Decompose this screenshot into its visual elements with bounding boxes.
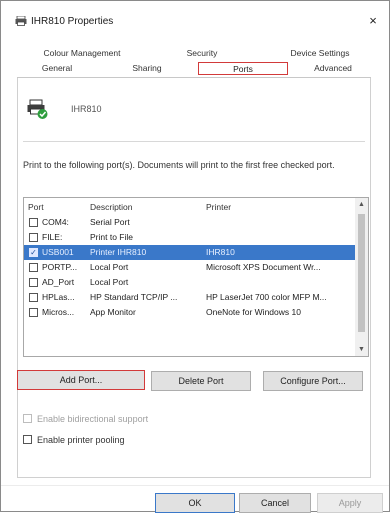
port-description: Serial Port xyxy=(90,217,130,227)
close-button[interactable]: × xyxy=(365,13,381,29)
port-checkbox[interactable] xyxy=(29,308,38,317)
port-row-selected[interactable]: ✓ USB001 Printer IHR810 IHR810 xyxy=(24,245,356,260)
port-name: AD_Port xyxy=(42,277,75,287)
port-row[interactable]: FILE: Print to File xyxy=(24,230,356,245)
port-description: Printer IHR810 xyxy=(90,247,147,257)
scroll-thumb[interactable] xyxy=(358,214,365,332)
pooling-label: Enable printer pooling xyxy=(37,435,125,445)
delete-port-button[interactable]: Delete Port xyxy=(151,371,251,391)
printer-check-icon xyxy=(27,99,48,119)
port-description: Local Port xyxy=(90,262,129,272)
port-name: USB001 xyxy=(42,247,74,257)
cancel-button[interactable]: Cancel xyxy=(239,493,311,513)
printer-pooling-option[interactable]: Enable printer pooling xyxy=(23,434,125,446)
pooling-checkbox[interactable] xyxy=(23,435,32,444)
tab-colour-management[interactable]: Colour Management xyxy=(27,47,137,60)
port-description: Local Port xyxy=(90,277,129,287)
port-name: HPLas... xyxy=(42,292,75,302)
bidirectional-support-option: Enable bidirectional support xyxy=(23,413,148,425)
bidirectional-checkbox xyxy=(23,414,32,423)
port-printer: IHR810 xyxy=(206,247,235,257)
port-description: App Monitor xyxy=(90,307,136,317)
port-row[interactable]: Micros... App Monitor OneNote for Window… xyxy=(24,305,356,320)
tab-strip: Colour Management Security Device Settin… xyxy=(17,47,371,77)
port-checkbox-checked[interactable]: ✓ xyxy=(29,248,38,257)
port-description: Print to File xyxy=(90,232,133,242)
port-row[interactable]: PORTP... Local Port Microsoft XPS Docume… xyxy=(24,260,356,275)
port-list[interactable]: Port Description Printer COM4: Serial Po… xyxy=(23,197,369,357)
tab-security[interactable]: Security xyxy=(167,47,237,60)
column-header-port[interactable]: Port xyxy=(28,202,44,212)
scroll-down-icon[interactable]: ▼ xyxy=(355,343,368,356)
port-name: PORTP... xyxy=(42,262,78,272)
tab-sharing[interactable]: Sharing xyxy=(117,62,177,75)
port-checkbox[interactable] xyxy=(29,233,38,242)
ok-button[interactable]: OK xyxy=(155,493,235,513)
tab-ports[interactable]: Ports xyxy=(198,62,288,75)
properties-dialog: IHR810 Properties × Colour Management Se… xyxy=(0,0,390,513)
port-printer: HP LaserJet 700 color MFP M... xyxy=(206,292,327,302)
port-row[interactable]: HPLas... HP Standard TCP/IP ... HP Laser… xyxy=(24,290,356,305)
port-checkbox[interactable] xyxy=(29,218,38,227)
bidirectional-label: Enable bidirectional support xyxy=(37,414,149,424)
column-header-description[interactable]: Description xyxy=(90,202,133,212)
title-bar: IHR810 Properties × xyxy=(1,1,389,41)
port-name: FILE: xyxy=(42,232,63,242)
port-instructions: Print to the following port(s). Document… xyxy=(23,160,335,170)
printer-icon xyxy=(15,16,27,26)
configure-port-button[interactable]: Configure Port... xyxy=(263,371,363,391)
separator xyxy=(23,141,365,142)
port-printer: Microsoft XPS Document Wr... xyxy=(206,262,321,272)
list-header: Port Description Printer xyxy=(24,198,356,214)
scroll-up-icon[interactable]: ▲ xyxy=(355,198,368,211)
window-title: IHR810 Properties xyxy=(31,16,114,27)
tab-general[interactable]: General xyxy=(27,62,87,75)
port-checkbox[interactable] xyxy=(29,263,38,272)
port-checkbox[interactable] xyxy=(29,293,38,302)
apply-button[interactable]: Apply xyxy=(317,493,383,513)
port-row[interactable]: AD_Port Local Port xyxy=(24,275,356,290)
footer-divider xyxy=(1,485,389,486)
add-port-button[interactable]: Add Port... xyxy=(17,370,145,390)
port-checkbox[interactable] xyxy=(29,278,38,287)
tab-device-settings[interactable]: Device Settings xyxy=(275,47,365,60)
port-printer: OneNote for Windows 10 xyxy=(206,307,301,317)
port-name: Micros... xyxy=(42,307,75,317)
column-header-printer[interactable]: Printer xyxy=(206,202,231,212)
printer-name: IHR810 xyxy=(71,104,102,114)
list-scrollbar[interactable]: ▲ ▼ xyxy=(355,198,368,356)
tab-advanced[interactable]: Advanced xyxy=(299,62,367,75)
port-name: COM4: xyxy=(42,217,69,227)
port-row[interactable]: COM4: Serial Port xyxy=(24,215,356,230)
port-description: HP Standard TCP/IP ... xyxy=(90,292,178,302)
